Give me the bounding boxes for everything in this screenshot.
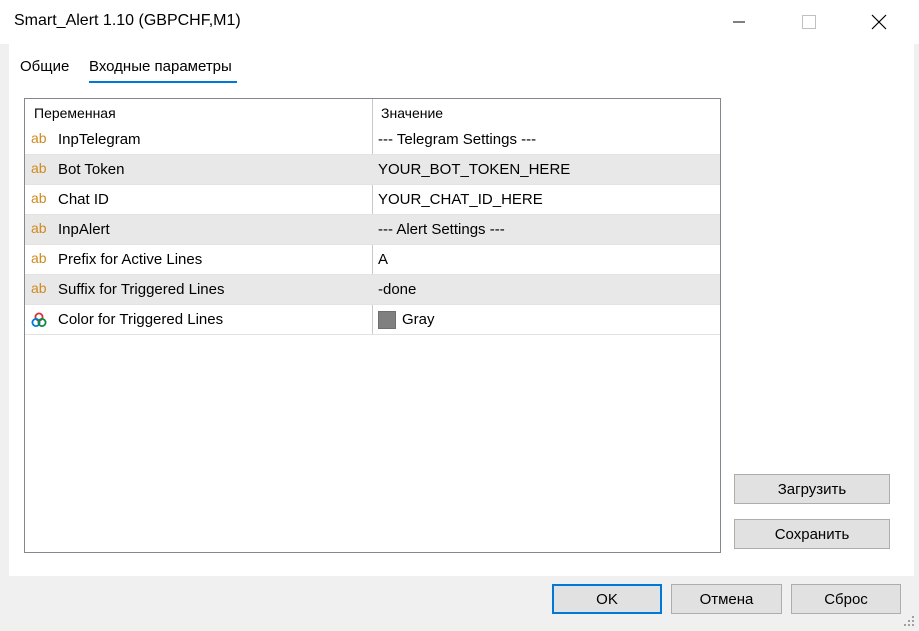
tab-panel: Общие Входные параметры Переменная Значе… (9, 44, 914, 576)
minimize-button[interactable] (716, 0, 762, 44)
load-button[interactable]: Загрузить (734, 474, 890, 504)
variable-name: Bot Token (58, 161, 125, 178)
text-type-icon: ab (31, 190, 47, 206)
table-row[interactable]: ab Suffix for Triggered Lines -done (25, 275, 720, 305)
table-row[interactable]: ab InpAlert --- Alert Settings --- (25, 215, 720, 245)
close-icon (871, 14, 887, 30)
text-type-icon: ab (31, 280, 47, 296)
variable-name: Suffix for Triggered Lines (58, 281, 225, 298)
cancel-button[interactable]: Отмена (671, 584, 782, 614)
table-row[interactable]: Color for Triggered Lines Gray (25, 305, 720, 335)
minimize-icon (733, 21, 745, 23)
variable-name: Color for Triggered Lines (58, 311, 224, 328)
variable-value[interactable]: YOUR_CHAT_ID_HERE (378, 185, 543, 214)
table-row[interactable]: ab Prefix for Active Lines A (25, 245, 720, 275)
variable-value[interactable]: A (378, 245, 388, 274)
maximize-button[interactable] (786, 0, 832, 44)
variable-value[interactable]: --- Alert Settings --- (378, 215, 505, 244)
tab-input-parameters[interactable]: Входные параметры (89, 58, 232, 75)
text-type-icon: ab (31, 130, 47, 146)
reset-button[interactable]: Сброс (791, 584, 901, 614)
parameters-grid[interactable]: Переменная Значение ab InpTelegram --- T… (24, 98, 721, 553)
column-header-value[interactable]: Значение (381, 99, 443, 125)
variable-name: Prefix for Active Lines (58, 251, 203, 268)
variable-name: InpAlert (58, 221, 110, 238)
table-row[interactable]: ab Bot Token YOUR_BOT_TOKEN_HERE (25, 155, 720, 185)
variable-name: InpTelegram (58, 131, 141, 148)
variable-value[interactable]: --- Telegram Settings --- (378, 125, 536, 154)
table-row[interactable]: ab Chat ID YOUR_CHAT_ID_HERE (25, 185, 720, 215)
active-tab-indicator (89, 81, 237, 83)
variable-value[interactable]: -done (378, 275, 416, 304)
text-type-icon: ab (31, 220, 47, 236)
close-button[interactable] (856, 0, 902, 44)
variable-name: Chat ID (58, 191, 109, 208)
table-row[interactable]: ab InpTelegram --- Telegram Settings --- (25, 125, 720, 155)
resize-grip-icon[interactable] (903, 615, 915, 627)
color-palette-icon (31, 312, 47, 327)
column-header-variable[interactable]: Переменная (34, 99, 116, 125)
ok-button[interactable]: OK (552, 584, 662, 614)
color-swatch[interactable] (378, 311, 396, 329)
maximize-icon (802, 15, 816, 29)
title-bar: Smart_Alert 1.10 (GBPCHF,M1) (0, 0, 919, 44)
save-button[interactable]: Сохранить (734, 519, 890, 549)
variable-value[interactable]: Gray (402, 305, 435, 334)
variable-value[interactable]: YOUR_BOT_TOKEN_HERE (378, 155, 570, 184)
text-type-icon: ab (31, 250, 47, 266)
window-title: Smart_Alert 1.10 (GBPCHF,M1) (14, 12, 241, 29)
text-type-icon: ab (31, 160, 47, 176)
tab-general[interactable]: Общие (20, 58, 69, 75)
